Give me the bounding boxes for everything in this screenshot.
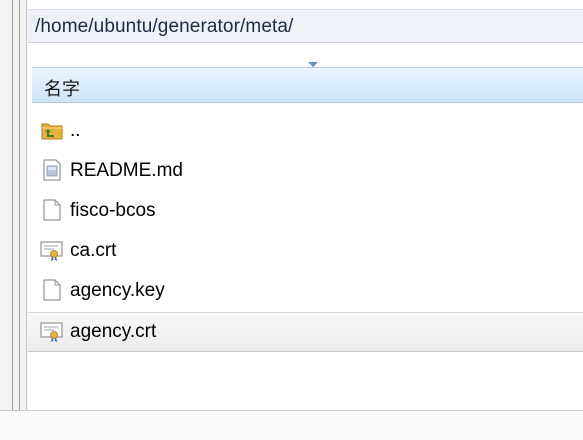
parent-folder-icon [40,118,64,142]
certificate-icon [40,238,64,262]
file-row-readme[interactable]: README.md [28,152,583,192]
below-panel-area [0,411,583,440]
file-name: agency.crt [70,321,157,342]
path-bar[interactable]: /home/ubuntu/generator/meta/ [28,9,583,43]
sort-descending-icon [308,62,318,67]
gutter-divider [12,0,13,410]
gutter-divider [19,0,20,410]
file-list: .. README.md fisco-bcos ca.crt agency.ke… [28,112,583,352]
file-row-ca-crt[interactable]: ca.crt [28,232,583,272]
gutter-divider [26,0,27,410]
column-header-name[interactable]: 名字 [32,62,583,103]
current-path: /home/ubuntu/generator/meta/ [35,16,294,37]
text-file-icon [40,158,64,182]
certificate-icon [40,319,64,343]
file-name: ca.crt [70,240,117,261]
file-name: fisco-bcos [70,200,156,221]
file-name: .. [70,120,81,141]
file-name: README.md [70,160,183,181]
left-tree-gutter [0,0,28,410]
file-row-parent[interactable]: .. [28,112,583,152]
name-column-label: 名字 [44,79,80,100]
blank-file-icon [40,198,64,222]
file-name: agency.key [70,280,165,301]
file-row-agency-key[interactable]: agency.key [28,272,583,312]
file-row-fisco-bcos[interactable]: fisco-bcos [28,192,583,232]
blank-file-icon [40,278,64,302]
file-row-agency-crt[interactable]: agency.crt [28,312,583,352]
remote-file-panel: /home/ubuntu/generator/meta/ 名字 .. READM… [28,0,583,410]
